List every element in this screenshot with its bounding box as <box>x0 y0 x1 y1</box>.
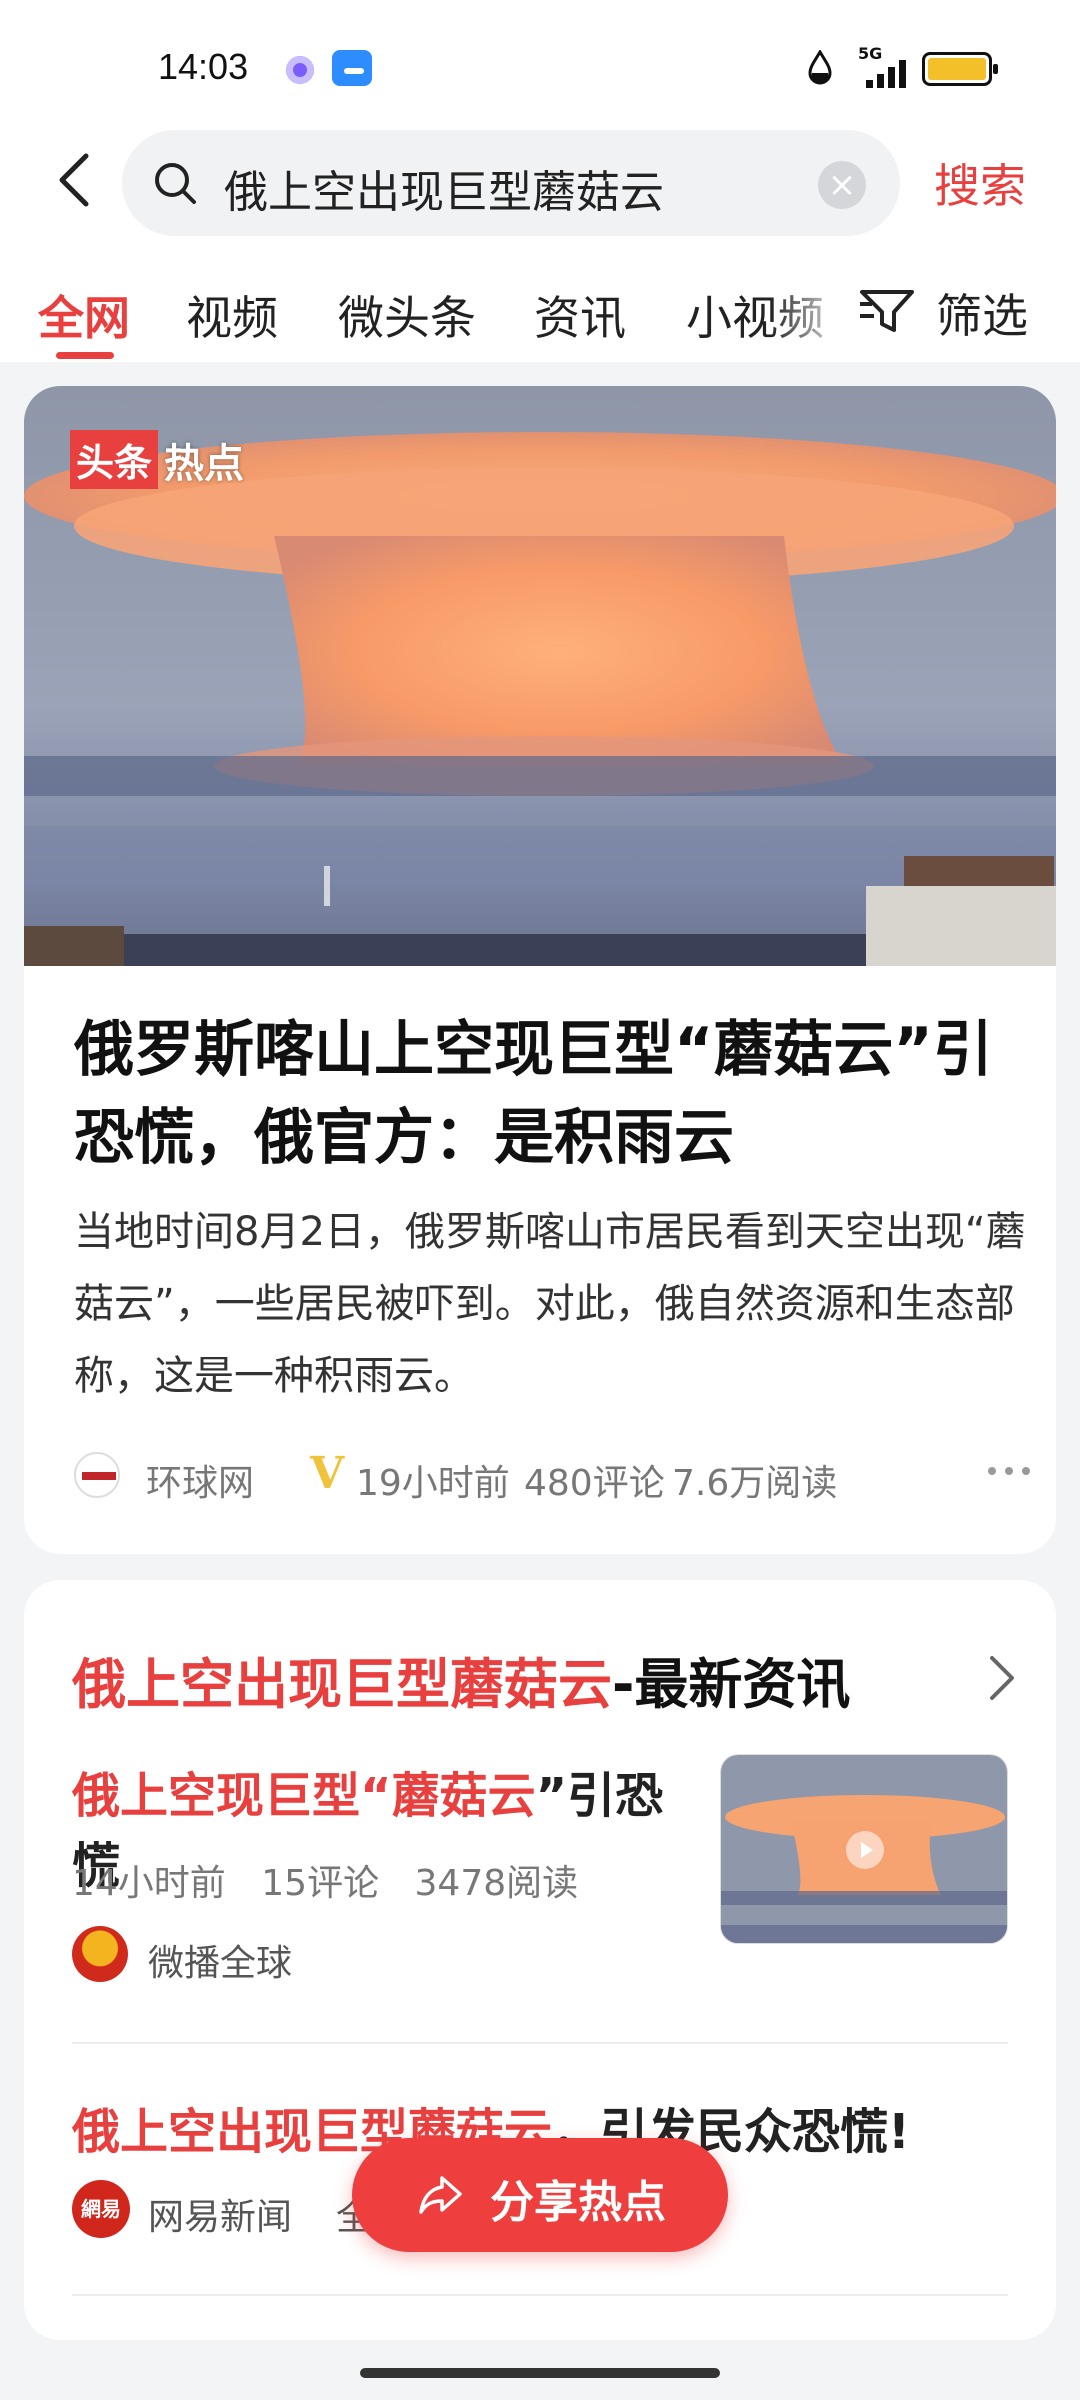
more-options-icon[interactable] <box>984 1456 1034 1486</box>
filter-button[interactable]: 筛选 <box>936 280 1028 346</box>
tab-all[interactable]: 全网 <box>38 282 130 348</box>
search-header: 俄上空出现巨型蘑菇云 × 搜索 <box>0 120 1080 240</box>
home-indicator[interactable] <box>360 2368 720 2378</box>
source-logo: 網易 <box>72 2180 130 2238</box>
chevron-right-icon[interactable] <box>986 1652 1018 1704</box>
category-tabs: 全网 视频 微头条 资讯 小视频 筛选 <box>0 240 1080 362</box>
source-logo[interactable] <box>74 1452 120 1498</box>
hot-topic-tag: 头条 热点 <box>70 430 244 489</box>
publish-time: 19小时前 <box>356 1463 510 1504</box>
hero-image[interactable]: 头条 热点 <box>24 386 1056 966</box>
source-name[interactable]: 环球网 <box>146 1454 254 1506</box>
back-arrow-icon[interactable] <box>50 150 100 210</box>
read-count: 7.6万阅读 <box>672 1463 838 1504</box>
search-icon <box>155 163 196 204</box>
message-notification-icon <box>332 50 372 86</box>
comment-count: 480评论 <box>524 1463 665 1504</box>
filter-icon[interactable] <box>858 284 916 336</box>
section-title[interactable]: 俄上空出现巨型蘑菇云-最新资讯 <box>72 1640 850 1719</box>
news-item-meta: 14小时前 15评论 3478阅读 <box>72 1863 579 1904</box>
search-query: 俄上空出现巨型蘑菇云 <box>224 167 664 218</box>
clear-icon[interactable]: × <box>818 161 866 209</box>
active-tab-indicator <box>56 352 114 359</box>
status-bar: 14:03 5G <box>0 0 1080 120</box>
video-thumbnail[interactable] <box>720 1754 1008 1944</box>
app-notification-icon <box>286 56 314 84</box>
share-icon <box>419 2176 462 2214</box>
source-logo <box>72 1926 128 1982</box>
search-button[interactable]: 搜索 <box>934 150 1026 216</box>
tab-news[interactable]: 资讯 <box>534 282 626 348</box>
tab-micro-headline[interactable]: 微头条 <box>338 282 476 348</box>
share-hot-topic-button[interactable]: 分享热点 <box>352 2138 728 2252</box>
data-saver-icon <box>808 50 832 85</box>
top-result-card[interactable]: 头条 热点 俄罗斯喀山上空现巨型“蘑菇云”引恐慌，俄官方：是积雨云 当地时间8月… <box>24 386 1056 1554</box>
status-time: 14:03 <box>158 46 249 87</box>
article-summary: 当地时间8月2日，俄罗斯喀山市居民看到天空出现“蘑菇云”，一些居民被吓到。对此，… <box>74 1209 1026 1399</box>
article-headline[interactable]: 俄罗斯喀山上空现巨型“蘑菇云”引恐慌，俄官方：是积雨云 <box>74 1006 1014 1182</box>
signal-icon <box>866 58 910 88</box>
search-input[interactable]: 俄上空出现巨型蘑菇云 × <box>122 130 900 236</box>
play-icon <box>846 1831 884 1869</box>
verified-icon: V <box>310 1448 345 1499</box>
battery-icon <box>922 52 998 86</box>
article-meta: 环球网 V 19小时前 480评论 7.6万阅读 <box>74 1446 1034 1504</box>
tab-video[interactable]: 视频 <box>186 282 278 348</box>
